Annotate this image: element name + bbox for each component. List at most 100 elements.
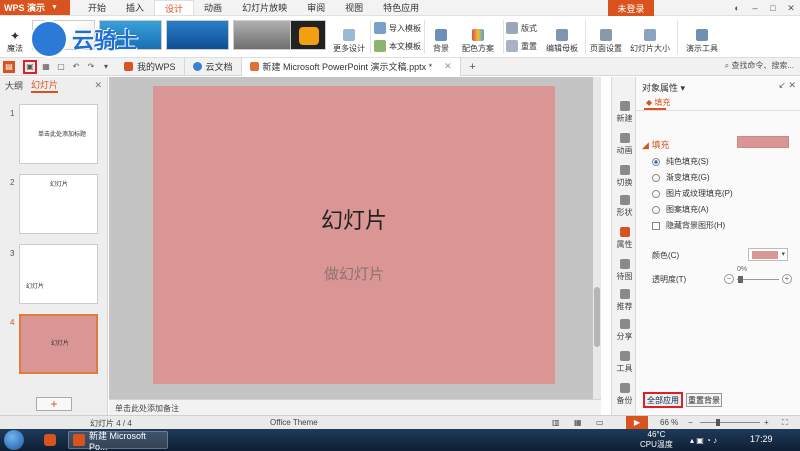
- tab-home[interactable]: 开始: [78, 0, 116, 15]
- reset-background-button[interactable]: 重置背景: [686, 393, 722, 407]
- layout-button[interactable]: 版式: [506, 22, 537, 34]
- tab-cloud-docs[interactable]: 云文档: [185, 57, 242, 76]
- reset-button[interactable]: 重置: [506, 40, 537, 52]
- tab-design[interactable]: 设计: [154, 0, 195, 15]
- undo-icon[interactable]: ↶: [70, 61, 82, 73]
- slide-thumbnail-3[interactable]: 幻灯片: [19, 244, 98, 304]
- strip-share[interactable]: 分享: [612, 319, 637, 342]
- slide-thumbnail-2[interactable]: 幻灯片: [19, 174, 98, 234]
- strip-properties[interactable]: 属性: [612, 227, 637, 250]
- current-slide[interactable]: 幻灯片 做幻灯片: [153, 86, 555, 384]
- add-tab-icon[interactable]: +: [467, 61, 479, 73]
- design-thumb-4[interactable]: [233, 20, 296, 50]
- zoom-slider[interactable]: [700, 422, 760, 423]
- fit-window-icon[interactable]: ⛶: [782, 418, 788, 428]
- tab-insert[interactable]: 插入: [116, 0, 154, 15]
- strip-animation[interactable]: 动画: [612, 133, 637, 156]
- chevron-down-icon[interactable]: ▾: [100, 61, 112, 73]
- print-icon[interactable]: ▦: [40, 61, 52, 73]
- zoom-out-icon[interactable]: −: [688, 418, 693, 427]
- slide-thumbnail-1[interactable]: 单击此处添加标题: [19, 104, 98, 164]
- tab-outline[interactable]: 大纲: [5, 79, 23, 92]
- tray-icons[interactable]: ▴ ▣ ◔ ♪: [690, 431, 717, 449]
- more-design-button[interactable]: 更多设计: [332, 20, 366, 54]
- slide-title[interactable]: 幻灯片: [153, 203, 555, 235]
- strip-image[interactable]: 待图: [612, 259, 637, 282]
- play-slideshow-button[interactable]: ▶: [626, 416, 648, 429]
- gradient-fill-radio[interactable]: 渐变填充(G): [652, 172, 710, 183]
- chevron-down-icon[interactable]: ▾: [681, 83, 686, 93]
- background-button[interactable]: 背景: [428, 20, 454, 54]
- hide-bg-graphics-checkbox[interactable]: 隐藏背景图形(H): [652, 220, 725, 231]
- tab-special[interactable]: 特色应用: [373, 0, 429, 15]
- design-thumb-3[interactable]: [166, 20, 229, 50]
- tools-icon: [619, 351, 630, 361]
- strip-shapes[interactable]: 形状: [612, 195, 637, 218]
- slide-thumbnail-4[interactable]: 幻灯片: [19, 314, 98, 374]
- close-icon[interactable]: ✕: [94, 80, 102, 91]
- normal-view-icon[interactable]: ▥: [552, 418, 560, 427]
- add-slide-button[interactable]: +: [36, 397, 72, 411]
- clock[interactable]: 17:29: [750, 434, 773, 444]
- tab-slideshow[interactable]: 幻灯片放映: [232, 0, 297, 15]
- start-button[interactable]: [4, 430, 24, 450]
- strip-recommend[interactable]: 推荐: [612, 289, 637, 312]
- login-button[interactable]: 未登录: [608, 0, 654, 16]
- fill-section-header[interactable]: ◢ 填充: [642, 138, 669, 151]
- strip-new[interactable]: 新建: [612, 101, 637, 124]
- tab-view[interactable]: 视图: [335, 0, 373, 15]
- design-thumb-5[interactable]: [290, 20, 326, 50]
- close-icon[interactable]: ✕: [444, 61, 452, 72]
- apply-all-button[interactable]: 全部应用: [643, 392, 683, 408]
- app-menu-button[interactable]: WPS 演示 ▼: [0, 0, 70, 15]
- minus-icon[interactable]: −: [724, 274, 734, 284]
- tab-animation[interactable]: 动画: [194, 0, 232, 15]
- pattern-fill-radio[interactable]: 图案填充(A): [652, 204, 709, 215]
- presentation-tools-button[interactable]: 演示工具: [681, 20, 723, 54]
- save-icon[interactable]: ▣: [23, 59, 37, 74]
- close-icon[interactable]: ✕: [788, 80, 796, 90]
- edit-master-button[interactable]: 编辑母板: [543, 20, 581, 54]
- plus-icon[interactable]: +: [782, 274, 792, 284]
- solid-fill-radio[interactable]: 纯色填充(S): [652, 156, 709, 167]
- slider-track[interactable]: [737, 279, 779, 280]
- strip-tools[interactable]: 工具: [612, 351, 637, 374]
- slide-size-button[interactable]: 幻灯片大小: [625, 20, 675, 54]
- preview-icon[interactable]: ▢: [55, 61, 67, 73]
- slide-subtitle[interactable]: 做幻灯片: [153, 263, 555, 284]
- magic-button[interactable]: ✦ 魔法: [4, 18, 26, 54]
- collapse-icon[interactable]: ↙: [778, 80, 786, 90]
- transparency-slider[interactable]: 0% − +: [724, 266, 792, 286]
- slide-sorter-icon[interactable]: ▦: [574, 418, 582, 427]
- notes-area[interactable]: 单击此处添加备注: [109, 399, 601, 415]
- open-folder-icon[interactable]: ▤: [3, 60, 15, 73]
- zoom-in-icon[interactable]: +: [764, 418, 769, 427]
- scrollbar-thumb[interactable]: [594, 287, 600, 347]
- color-scheme-button[interactable]: 配色方案: [456, 20, 500, 54]
- strip-transition[interactable]: 切换: [612, 165, 637, 188]
- page-setup-button[interactable]: 页面设置: [588, 20, 624, 54]
- tab-slides[interactable]: 幻灯片: [31, 78, 59, 93]
- wps-taskbar-icon[interactable]: [44, 431, 56, 449]
- slider-knob[interactable]: [738, 276, 743, 283]
- tab-fill[interactable]: ◆ 填充: [646, 97, 670, 108]
- this-doc-template-button[interactable]: 本文模板: [374, 40, 421, 52]
- layout-icon: [506, 22, 518, 34]
- tab-current-document[interactable]: 新建 Microsoft PowerPoint 演示文稿.pptx * ✕: [241, 57, 461, 76]
- tab-review[interactable]: 审阅: [297, 0, 335, 15]
- tab-my-wps[interactable]: 我的WPS: [116, 57, 185, 76]
- import-template-button[interactable]: 导入模板: [374, 22, 421, 34]
- redo-icon[interactable]: ↷: [85, 61, 97, 73]
- search-input[interactable]: ⌕ 查找命令、搜索...: [725, 60, 794, 71]
- strip-backup[interactable]: 备份: [612, 383, 637, 406]
- maximize-icon[interactable]: □: [764, 0, 782, 16]
- minimize-icon[interactable]: –: [746, 0, 764, 16]
- reading-view-icon[interactable]: ▭: [596, 418, 604, 427]
- close-icon[interactable]: ✕: [782, 0, 800, 16]
- color-picker[interactable]: ▾: [748, 248, 788, 261]
- zoom-slider-knob[interactable]: [716, 419, 720, 426]
- picture-fill-radio[interactable]: 图片或纹理填充(P): [652, 188, 733, 199]
- skin-icon[interactable]: ◐: [728, 0, 746, 16]
- vertical-scrollbar[interactable]: [593, 77, 601, 399]
- taskbar-app-button[interactable]: 新建 Microsoft Po...: [68, 431, 168, 451]
